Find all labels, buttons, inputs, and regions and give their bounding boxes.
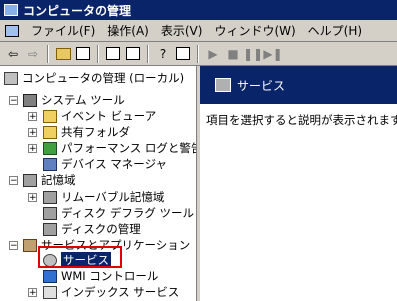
show-tree-icon[interactable] bbox=[73, 45, 93, 63]
tree-label: パフォーマンス ログと警告 bbox=[61, 141, 197, 155]
details-header: サービス bbox=[200, 66, 397, 104]
collapse-icon[interactable]: − bbox=[9, 176, 18, 186]
tree-label: デバイス マネージャ bbox=[61, 157, 168, 171]
tree-item-removable-storage[interactable]: リムーバブル記憶域 bbox=[43, 189, 164, 205]
tree-item-disk-defrag[interactable]: ディスク デフラグ ツール bbox=[43, 205, 194, 221]
tree-label: 記憶域 bbox=[41, 173, 76, 187]
tree-item-event-viewer[interactable]: イベント ビューア bbox=[43, 108, 156, 124]
details-message: 項目を選択すると説明が表示されます。 bbox=[206, 113, 397, 127]
computer-icon bbox=[4, 71, 18, 85]
event-viewer-icon bbox=[43, 109, 57, 123]
tree-label: インデックス サービス bbox=[61, 285, 180, 299]
gear-icon bbox=[215, 78, 231, 92]
collapse-icon[interactable]: − bbox=[9, 96, 18, 106]
title-bar: コンピュータの管理 bbox=[0, 0, 397, 20]
pause-icon[interactable]: ❚❚ bbox=[243, 45, 263, 63]
details-title: サービス bbox=[237, 78, 286, 93]
tree-item-root[interactable]: コンピュータの管理 (ローカル) bbox=[4, 70, 184, 86]
expand-icon[interactable]: + bbox=[28, 144, 37, 154]
performance-logs-icon bbox=[43, 141, 57, 155]
tree-item-disk-management[interactable]: ディスクの管理 bbox=[43, 221, 141, 237]
back-arrow-icon[interactable]: ⇦ bbox=[3, 45, 23, 63]
menu-help[interactable]: ヘルプ(H) bbox=[302, 22, 368, 39]
storage-icon bbox=[23, 173, 37, 187]
computer-management-icon bbox=[4, 4, 18, 16]
menu-window[interactable]: ウィンドウ(W) bbox=[208, 22, 301, 39]
expand-icon[interactable]: + bbox=[28, 288, 37, 298]
system-tools-icon bbox=[23, 93, 37, 107]
removable-storage-icon bbox=[43, 190, 57, 204]
tree-label: 共有フォルダ bbox=[61, 125, 130, 139]
expand-icon[interactable]: + bbox=[28, 193, 37, 203]
expand-icon[interactable]: + bbox=[28, 112, 37, 122]
tree-item-perf-logs[interactable]: パフォーマンス ログと警告 bbox=[43, 140, 197, 156]
toolbar-separator bbox=[147, 44, 149, 63]
highlight-box bbox=[38, 246, 122, 268]
menu-bar: ファイル(F) 操作(A) 表示(V) ウィンドウ(W) ヘルプ(H) bbox=[0, 20, 397, 42]
defrag-icon bbox=[43, 206, 57, 220]
tree-label: コンピュータの管理 (ローカル) bbox=[22, 71, 185, 85]
services-apps-icon bbox=[23, 238, 37, 252]
tree-item-shared-folders[interactable]: 共有フォルダ bbox=[43, 124, 130, 140]
window-title: コンピュータの管理 bbox=[23, 3, 132, 18]
tree-label: イベント ビューア bbox=[61, 109, 157, 123]
properties-icon[interactable] bbox=[173, 45, 193, 63]
tree-item-storage[interactable]: 記憶域 bbox=[23, 172, 76, 188]
help-icon[interactable]: ? bbox=[153, 45, 173, 63]
tree-label: ディスク デフラグ ツール bbox=[61, 206, 195, 220]
toolbar-separator bbox=[197, 44, 199, 63]
tree-item-system-tools[interactable]: システム ツール bbox=[23, 92, 125, 108]
indexing-service-icon bbox=[43, 285, 57, 299]
disk-management-icon bbox=[43, 222, 57, 236]
menu-action[interactable]: 操作(A) bbox=[101, 22, 155, 39]
wmi-control-icon bbox=[43, 269, 57, 283]
expand-icon[interactable]: + bbox=[28, 128, 37, 138]
stop-icon[interactable]: ■ bbox=[223, 45, 243, 63]
export-list-icon[interactable] bbox=[123, 45, 143, 63]
tree-label: ディスクの管理 bbox=[61, 222, 141, 236]
toolbar-separator bbox=[97, 44, 99, 63]
tree-label: リムーバブル記憶域 bbox=[61, 190, 165, 204]
menu-file[interactable]: ファイル(F) bbox=[25, 22, 101, 39]
restart-icon[interactable]: ▶❚ bbox=[263, 45, 283, 63]
tree-label: WMI コントロール bbox=[61, 269, 159, 283]
toolbar: ⇦ ⇨ ? ▶ ■ ❚❚ ▶❚ bbox=[0, 42, 397, 66]
toolbar-separator bbox=[47, 44, 49, 63]
tree-item-indexing-service[interactable]: インデックス サービス bbox=[43, 284, 179, 300]
device-manager-icon bbox=[43, 157, 57, 171]
collapse-icon[interactable]: − bbox=[9, 241, 18, 251]
details-pane: サービス 項目を選択すると説明が表示されます。 bbox=[200, 66, 397, 301]
system-menu-icon[interactable] bbox=[5, 24, 19, 37]
up-folder-icon[interactable] bbox=[53, 45, 73, 63]
menu-view[interactable]: 表示(V) bbox=[155, 22, 209, 39]
tree-item-wmi-control[interactable]: WMI コントロール bbox=[43, 268, 158, 284]
tree-item-device-manager[interactable]: デバイス マネージャ bbox=[43, 156, 167, 172]
refresh-icon[interactable] bbox=[103, 45, 123, 63]
tree-label: システム ツール bbox=[41, 93, 125, 107]
forward-arrow-icon[interactable]: ⇨ bbox=[23, 45, 43, 63]
play-icon[interactable]: ▶ bbox=[203, 45, 223, 63]
shared-folder-icon bbox=[43, 125, 57, 139]
